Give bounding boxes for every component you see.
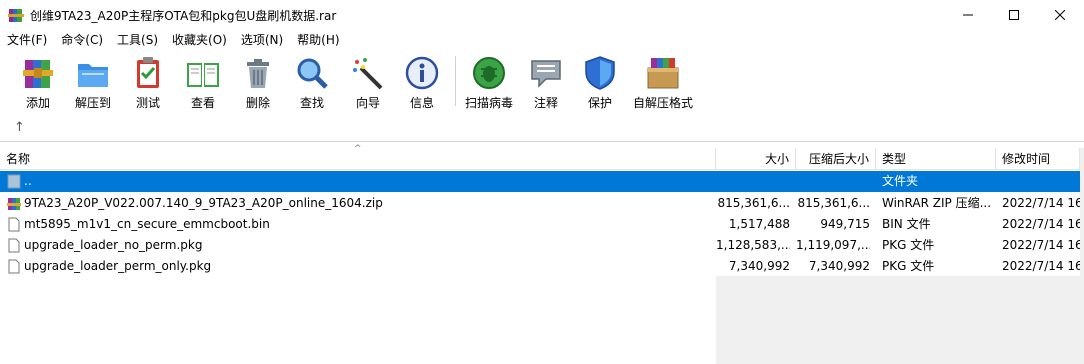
winrar-books-icon <box>8 9 24 22</box>
toolbar-separator <box>455 56 456 106</box>
file-type: PKG 文件 <box>882 238 935 252</box>
comment-icon <box>531 60 561 88</box>
file-size: 1,128,583,... <box>716 238 790 252</box>
file-row-pkg-no-perm[interactable]: upgrade_loader_no_perm.pkg 1,128,583,...… <box>0 235 1082 256</box>
view-book-icon <box>187 63 219 87</box>
menu-tools[interactable]: 工具(S) <box>110 30 165 50</box>
file-icon <box>8 217 20 232</box>
file-name: .. <box>24 174 32 188</box>
column-modified[interactable]: 修改时间 <box>996 148 1080 170</box>
menu-bar: 文件(F) 命令(C) 工具(S) 收藏夹(O) 选项(N) 帮助(H) <box>0 30 1084 50</box>
file-name: mt5895_m1v1_cn_secure_emmcboot.bin <box>24 217 270 231</box>
menu-help[interactable]: 帮助(H) <box>290 30 346 50</box>
sfx-box-icon <box>647 58 679 89</box>
file-name: upgrade_loader_no_perm.pkg <box>24 238 203 252</box>
file-modified: 2022/7/14 16 <box>1002 259 1082 273</box>
wizard-label: 向导 <box>355 96 380 110</box>
protect-label: 保护 <box>587 96 612 110</box>
file-size <box>716 171 790 192</box>
file-modified: 2022/7/14 16 <box>1002 238 1082 252</box>
zip-archive-icon <box>7 198 21 210</box>
menu-command[interactable]: 命令(C) <box>54 30 110 50</box>
column-packed[interactable]: 压缩后大小 <box>796 148 876 170</box>
file-modified <box>1002 171 1082 192</box>
find-label: 查找 <box>299 96 324 110</box>
file-icon <box>8 238 20 253</box>
virus-scan-label: 扫描病毒 <box>464 96 513 110</box>
close-icon <box>1055 10 1065 20</box>
delete-label: 删除 <box>245 96 270 110</box>
window-title: 创维9TA23_A20P主程序OTA包和pkg包U盘刷机数据.rar <box>30 9 337 23</box>
view-button[interactable]: 查看 <box>180 52 226 112</box>
virus-scan-button[interactable]: 扫描病毒 <box>462 52 516 112</box>
maximize-icon <box>1009 10 1019 20</box>
title-bar: 创维9TA23_A20P主程序OTA包和pkg包U盘刷机数据.rar <box>0 0 1084 30</box>
extract-label: 解压到 <box>74 96 111 110</box>
file-packed: 1,119,097,... <box>796 238 870 252</box>
path-bar: ↑ <box>0 116 1084 142</box>
empty-list-area <box>716 276 1084 364</box>
minimize-button[interactable] <box>945 0 991 30</box>
extract-button[interactable]: 解压到 <box>72 52 114 112</box>
file-type: 文件夹 <box>882 174 919 188</box>
add-archive-icon <box>23 60 53 88</box>
sort-ascending-icon: ^ <box>354 144 362 154</box>
comment-label: 注释 <box>533 96 558 110</box>
parent-folder-icon <box>7 174 21 189</box>
file-modified: 2022/7/14 16 <box>1002 196 1082 210</box>
file-size: 815,361,6... <box>717 196 790 210</box>
file-packed: 949,715 <box>820 217 870 231</box>
minimize-icon <box>963 14 973 16</box>
file-size: 1,517,488 <box>728 217 790 231</box>
add-button[interactable]: 添加 <box>18 52 58 112</box>
wizard-button[interactable]: 向导 <box>348 52 388 112</box>
column-type[interactable]: 类型 <box>876 148 996 170</box>
menu-favorites[interactable]: 收藏夹(O) <box>165 30 234 50</box>
column-size[interactable]: 大小 <box>716 148 796 170</box>
view-label: 查看 <box>190 96 215 110</box>
file-row-parent[interactable]: .. 文件夹 <box>0 171 1080 192</box>
info-icon <box>405 56 439 90</box>
menu-options[interactable]: 选项(N) <box>234 30 290 50</box>
file-icon <box>8 259 20 274</box>
shield-icon <box>585 56 615 90</box>
file-type: PKG 文件 <box>882 259 935 273</box>
wizard-wand-icon <box>353 58 383 90</box>
magnifier-icon <box>297 58 328 89</box>
protect-button[interactable]: 保护 <box>580 52 620 112</box>
column-header: 名称 ^ 大小 压缩后大小 类型 修改时间 <box>0 144 1084 170</box>
sfx-button[interactable]: 自解压格式 <box>632 52 694 112</box>
file-row-zip[interactable]: 9TA23_A20P_V022.007.140_9_9TA23_A20P_onl… <box>0 193 1082 214</box>
find-button[interactable]: 查找 <box>292 52 332 112</box>
extract-folder-icon <box>78 64 108 87</box>
file-size: 7,340,992 <box>728 259 790 273</box>
close-button[interactable] <box>1037 0 1083 30</box>
delete-button[interactable]: 删除 <box>238 52 278 112</box>
info-label: 信息 <box>409 96 434 110</box>
test-button[interactable]: 测试 <box>128 52 168 112</box>
up-arrow-icon[interactable]: ↑ <box>14 120 25 135</box>
add-label: 添加 <box>25 96 50 110</box>
maximize-button[interactable] <box>991 0 1037 30</box>
file-type: BIN 文件 <box>882 217 931 231</box>
file-name: 9TA23_A20P_V022.007.140_9_9TA23_A20P_onl… <box>24 196 383 210</box>
file-row-bin[interactable]: mt5895_m1v1_cn_secure_emmcboot.bin 1,517… <box>0 214 1082 235</box>
toolbar: 添加 解压到 测试 查看 删除 查找 向导 信息 扫描病毒 注释 保护 自解压格… <box>0 52 1084 114</box>
menu-file[interactable]: 文件(F) <box>0 30 54 50</box>
file-name: upgrade_loader_perm_only.pkg <box>24 259 212 273</box>
vertical-scrollbar[interactable] <box>1080 148 1084 364</box>
test-label: 测试 <box>135 96 160 110</box>
file-modified: 2022/7/14 16 <box>1002 217 1082 231</box>
virus-scan-icon <box>473 57 505 89</box>
test-clipboard-icon <box>137 57 159 88</box>
comment-button[interactable]: 注释 <box>526 52 566 112</box>
sfx-label: 自解压格式 <box>632 96 693 110</box>
file-packed: 7,340,992 <box>808 259 870 273</box>
file-row-pkg-perm-only[interactable]: upgrade_loader_perm_only.pkg 7,340,992 7… <box>0 256 1082 277</box>
file-packed <box>796 171 870 192</box>
info-button[interactable]: 信息 <box>402 52 442 112</box>
trash-icon <box>247 59 269 88</box>
file-type: WinRAR ZIP 压缩... <box>882 196 992 210</box>
file-packed: 815,361,6... <box>797 196 870 210</box>
